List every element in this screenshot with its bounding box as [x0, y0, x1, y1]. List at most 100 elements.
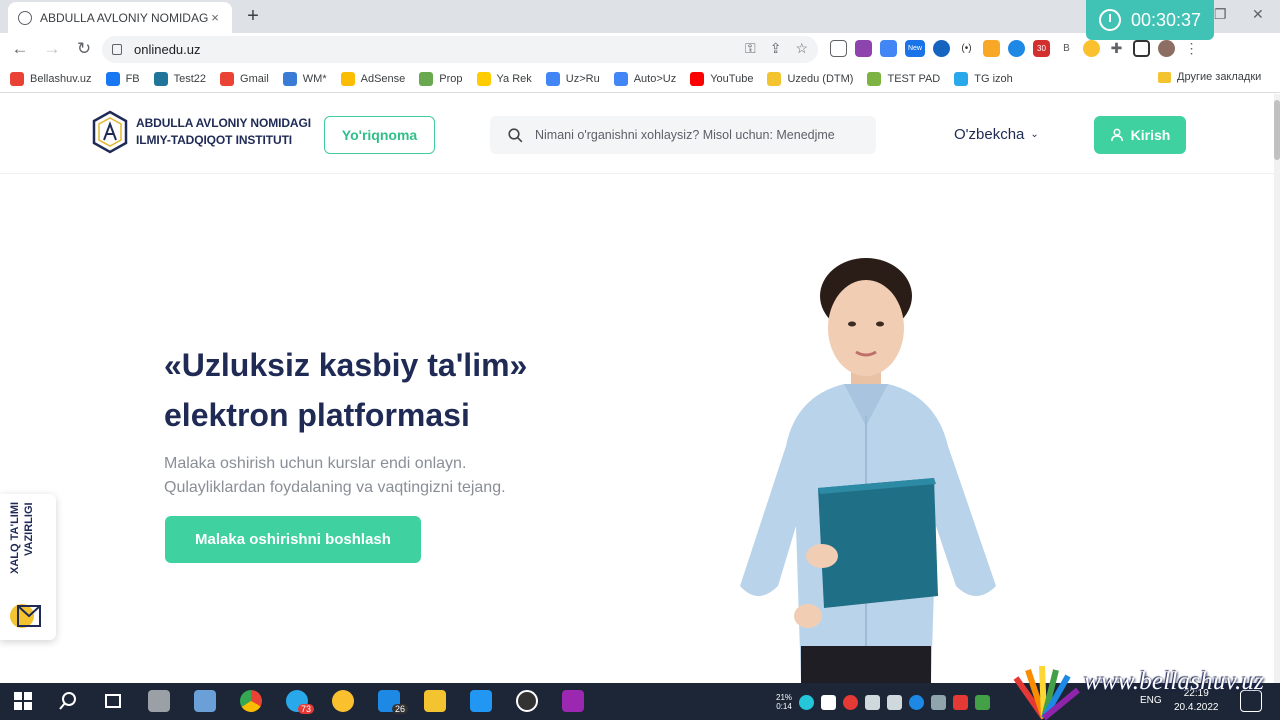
bookmark-item[interactable]: YouTube — [690, 71, 753, 86]
bookmark-favicon-icon — [153, 71, 168, 86]
bookmark-item[interactable]: TG izoh — [954, 71, 1013, 86]
tray-weather-line2: 0:14 — [776, 702, 792, 711]
new-extension-icon[interactable]: New — [905, 40, 925, 57]
ministry-line-2: VAZIRLIGI — [23, 502, 35, 556]
bookmark-favicon-icon — [419, 71, 434, 86]
reload-icon[interactable]: ↻ — [72, 37, 96, 61]
side-panel-icon[interactable] — [1133, 40, 1150, 57]
forward-icon[interactable]: → — [40, 37, 64, 61]
calculator-icon[interactable] — [148, 690, 170, 712]
python-icon[interactable] — [424, 690, 446, 712]
globe-icon — [18, 10, 32, 25]
bookmark-label: Ya Rek — [496, 72, 532, 85]
tray-weather[interactable]: 21% 0:14 — [776, 693, 792, 711]
notepad-icon[interactable] — [194, 690, 216, 712]
video-tray-icon[interactable] — [953, 694, 969, 710]
grapher-app-icon[interactable] — [562, 690, 584, 712]
pen-extension-icon[interactable] — [855, 40, 872, 57]
bookmark-item[interactable]: TEST PAD — [867, 71, 941, 86]
bookmark-favicon-icon — [545, 71, 560, 86]
bookmark-item[interactable]: FB — [105, 71, 140, 86]
bookmark-item[interactable]: Auto>Uz — [613, 71, 676, 86]
extensions-row: New (•) 30 B ✚ ⋮ — [830, 37, 1200, 57]
extensions-puzzle-icon[interactable]: ✚ — [1108, 40, 1125, 57]
institute-logo-icon — [92, 110, 128, 154]
eye-tray-icon[interactable] — [799, 694, 815, 710]
count-extension-icon[interactable]: 30 — [1033, 40, 1050, 57]
browser-tab-active[interactable]: ABDULLA AVLONIY NOMIDAGI X × — [8, 2, 232, 33]
shield-tray-icon[interactable] — [975, 694, 991, 710]
bookmark-favicon-icon — [613, 71, 628, 86]
chart-extension-icon[interactable] — [830, 40, 847, 57]
bookmark-item[interactable]: Ya Rek — [476, 71, 532, 86]
bookmark-favicon-icon — [220, 71, 235, 86]
edge-tray-icon[interactable] — [909, 694, 925, 710]
bookmark-item[interactable]: Uz>Ru — [545, 71, 600, 86]
restore-window-icon[interactable]: ❐ — [1214, 6, 1227, 23]
page-scrollbar[interactable] — [1274, 94, 1280, 683]
address-bar[interactable]: onlinedu.uz ⚿ ⇪ ☆ — [102, 36, 818, 63]
start-training-button[interactable]: Malaka oshirishni boshlash — [165, 516, 421, 563]
play-extension-icon[interactable] — [933, 40, 950, 57]
b-extension-icon[interactable]: B — [1058, 40, 1075, 57]
tab-title: ABDULLA AVLONIY NOMIDAGI X — [40, 10, 208, 25]
browser-menu-icon[interactable]: ⋮ — [1183, 40, 1200, 57]
translate-extension-icon[interactable] — [880, 40, 897, 57]
recorder-icon[interactable] — [516, 690, 538, 712]
share-icon[interactable]: ⇪ — [770, 40, 782, 57]
guide-button[interactable]: Yo'riqnoma — [324, 116, 435, 154]
login-button[interactable]: Kirish — [1094, 116, 1186, 154]
profile-avatar[interactable] — [1158, 40, 1175, 57]
compass-extension-icon[interactable] — [1083, 40, 1100, 57]
site-header: ABDULLA AVLONIY NOMIDAGI ILMIY-TADQIQOT … — [0, 94, 1280, 174]
search-input[interactable] — [535, 128, 865, 142]
screen-tray-icon[interactable] — [931, 694, 947, 710]
pen-tray-icon[interactable] — [821, 694, 837, 710]
record-tray-icon[interactable] — [843, 694, 859, 710]
bookmark-favicon-icon — [476, 71, 491, 86]
chrome-icon[interactable] — [240, 690, 262, 712]
radio-extension-icon[interactable]: (•) — [958, 40, 975, 57]
ministry-line-1: XALQ TA'LIMI — [9, 502, 21, 575]
telegram-badge: 73 — [298, 704, 315, 714]
lock-icon[interactable] — [112, 44, 122, 55]
language-label: O'zbekcha — [954, 126, 1025, 143]
bookmark-label: TEST PAD — [887, 72, 941, 85]
bookmark-item[interactable]: Bellashuv.uz — [10, 71, 92, 86]
windows-start-icon[interactable] — [12, 690, 34, 712]
other-bookmarks[interactable]: Другие закладки — [1158, 71, 1261, 83]
bookmark-item[interactable]: Test22 — [153, 71, 206, 86]
speaker-tray-icon[interactable] — [865, 694, 881, 710]
key-icon[interactable]: ⚿ — [745, 40, 756, 57]
presenter-image — [740, 258, 996, 683]
hero-title-line-2: elektron platformasi — [164, 397, 470, 433]
new-tab-button[interactable]: + — [243, 4, 263, 28]
course-search[interactable] — [490, 116, 876, 154]
task-view-icon[interactable] — [102, 690, 124, 712]
network-tray-icon[interactable] — [887, 694, 903, 710]
bookmark-item[interactable]: AdSense — [340, 71, 405, 86]
triangle-app-icon[interactable] — [332, 690, 354, 712]
puzzle-color-extension-icon[interactable] — [983, 40, 1000, 57]
bookmarks-bar: Bellashuv.uz FB Test22 Gmail WM* AdSense Prop Y… — [0, 65, 1280, 93]
bookmark-item[interactable]: WM* — [282, 71, 327, 86]
bellashuv-logo-icon — [1013, 665, 1080, 720]
infinity-extension-icon[interactable] — [1008, 40, 1025, 57]
language-selector[interactable]: O'zbekcha ⌄ — [954, 126, 1039, 143]
input-language-indicator[interactable]: ENG — [1140, 695, 1162, 706]
bookmark-star-icon[interactable]: ☆ — [795, 40, 808, 57]
url-text[interactable]: onlinedu.uz — [134, 42, 201, 57]
site-logo[interactable]: ABDULLA AVLONIY NOMIDAGI ILMIY-TADQIQOT … — [92, 110, 311, 154]
bookmark-item[interactable]: Gmail — [220, 71, 269, 86]
folder-icon — [1158, 71, 1171, 83]
close-window-icon[interactable]: ✕ — [1252, 6, 1264, 23]
close-tab-icon[interactable]: × — [208, 10, 222, 25]
search-icon[interactable] — [57, 690, 79, 712]
bookmark-item[interactable]: Uzedu (DTM) — [767, 71, 853, 86]
bookmark-item[interactable]: Prop — [419, 71, 463, 86]
vscode-icon[interactable] — [470, 690, 492, 712]
bookmark-favicon-icon — [282, 71, 297, 86]
bookmark-favicon-icon — [954, 71, 969, 86]
back-icon[interactable]: ← — [8, 37, 32, 61]
ministry-badge[interactable]: XALQ TA'LIMI VAZIRLIGI — [0, 494, 56, 640]
